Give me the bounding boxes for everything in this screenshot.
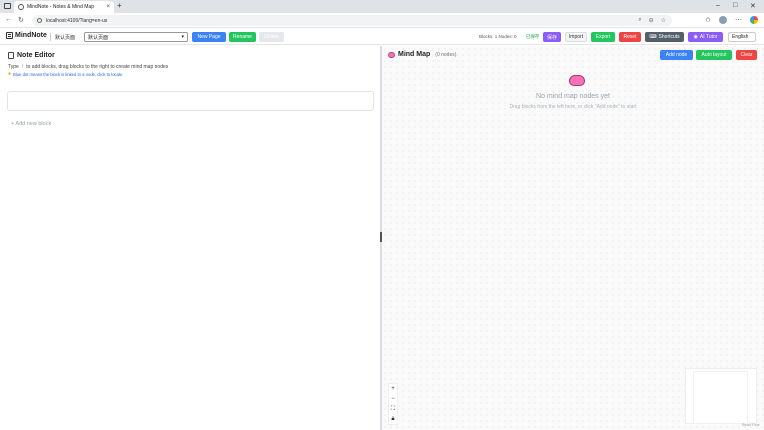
stats-text: Blocks: 1 Nodes: 0 — [479, 34, 517, 39]
minimize-icon[interactable]: – — [716, 2, 720, 9]
note-editor-pane: Note Editor Type / to add blocks, drag blo… — [0, 46, 380, 430]
note-editor-title-text: Note Editor — [17, 52, 55, 59]
shortcuts-label: Shortcuts — [658, 34, 680, 40]
zoom-icon[interactable]: ⊖ — [649, 17, 654, 24]
brain-icon — [569, 75, 585, 86]
new-page-button[interactable]: New Page — [192, 32, 226, 42]
empty-state-title: No mind map nodes yet — [536, 93, 610, 100]
node-count: (0 nodes) — [435, 51, 457, 58]
add-node-button[interactable]: Add node — [660, 50, 693, 60]
minimap[interactable] — [685, 368, 757, 424]
page-select-value: 默认页面 — [88, 35, 109, 41]
site-info-icon[interactable] — [37, 18, 42, 23]
export-button[interactable]: Export — [591, 32, 615, 42]
new-tab-icon[interactable]: + — [117, 1, 122, 10]
brand-name: MindNote — [15, 32, 47, 39]
current-page-label: 默认页面 — [55, 35, 76, 41]
globe-icon — [18, 4, 24, 10]
tab-title: MindNote - Notes & Mind Map — [27, 4, 94, 10]
linked-block-note-text: Blue dot means the block is linked to a … — [13, 71, 123, 77]
pin-icon: ● — [8, 71, 12, 77]
empty-state-subtitle: Drag blocks from the left here, or click… — [509, 104, 637, 110]
save-button[interactable]: 保存 — [543, 32, 561, 42]
lock-icon[interactable]: 🔒︎ — [389, 414, 397, 424]
language-value: English — [732, 34, 749, 40]
brand: MindNote — [6, 32, 47, 39]
favorites-icon[interactable]: ✩ — [705, 16, 711, 24]
import-button[interactable]: Import — [565, 32, 587, 42]
address-bar[interactable]: localhost:4100/?lang=en-us ⌕ ⊖ ☆ — [32, 15, 672, 26]
zoom-in-icon[interactable]: + — [389, 384, 397, 394]
chevron-down-icon: ▾ — [181, 34, 184, 40]
browser-toolbar: ← ↻ localhost:4100/?lang=en-us ⌕ ⊖ ☆ ✩ ⋯ — [0, 13, 764, 28]
maximize-icon[interactable]: □ — [733, 2, 737, 9]
note-block[interactable] — [7, 91, 374, 111]
rename-button[interactable]: Rename — [229, 32, 256, 42]
close-tab-icon[interactable]: × — [106, 4, 110, 10]
browser-tab-bar: MindNote - Notes & Mind Map × + – □ ✕ — [0, 0, 764, 13]
menu-icon[interactable]: ⋯ — [735, 16, 742, 24]
hint-slash: / — [21, 64, 24, 70]
back-icon[interactable]: ← — [5, 16, 12, 23]
ai-tutor-button[interactable]: ◉ AI Tutor — [688, 32, 723, 42]
note-editor-title: Note Editor — [8, 52, 55, 59]
shortcuts-button[interactable]: ⌨ Shortcuts — [645, 32, 684, 42]
sidebar-toggle-icon[interactable] — [4, 3, 11, 9]
fit-view-icon[interactable]: ⛶ — [389, 404, 397, 414]
browser-tab[interactable]: MindNote - Notes & Mind Map × — [14, 1, 114, 13]
robot-icon: ◉ — [693, 34, 698, 40]
note-icon — [8, 52, 14, 59]
app-header: MindNote 默认页面 默认页面 ▾ New Page Rename Del… — [0, 29, 764, 45]
language-select[interactable]: English — [728, 32, 756, 42]
minimap-viewport — [694, 372, 747, 423]
close-window-icon[interactable]: ✕ — [750, 2, 756, 10]
profile-avatar[interactable] — [719, 16, 727, 24]
add-block-button[interactable]: + Add new block — [11, 121, 51, 127]
url-text: localhost:4100/?lang=en-us — [46, 17, 108, 24]
reset-button[interactable]: Reset — [619, 32, 641, 42]
bookmark-star-icon[interactable]: ☆ — [661, 17, 666, 24]
auto-layout-button[interactable]: Auto layout — [696, 50, 732, 60]
hint-prefix: Type — [8, 64, 19, 70]
mind-map-pane[interactable]: Mind Map (0 nodes) Add node Auto layout … — [382, 46, 764, 430]
reload-icon[interactable]: ↻ — [18, 16, 24, 24]
header-divider — [50, 33, 51, 41]
copilot-icon[interactable] — [750, 16, 758, 24]
notebook-icon — [6, 32, 13, 39]
ai-tutor-label: AI Tutor — [699, 34, 718, 40]
react-flow-attribution[interactable]: React Flow — [742, 423, 760, 427]
search-icon[interactable]: ⌕ — [638, 17, 641, 24]
zoom-controls: + − ⛶ 🔒︎ — [388, 383, 398, 425]
hint-suffix: to add blocks, drag blocks to the right … — [26, 64, 169, 70]
zoom-out-icon[interactable]: − — [389, 394, 397, 404]
clear-button[interactable]: Clear — [736, 50, 757, 60]
editor-hint: Type / to add blocks, drag blocks to the r… — [8, 64, 168, 70]
mind-map-title-text: Mind Map — [398, 51, 431, 58]
saved-status: 已保存 — [526, 34, 540, 39]
brain-icon — [388, 51, 395, 58]
mind-map-title: Mind Map (0 nodes) — [388, 51, 456, 58]
page-select[interactable]: 默认页面 ▾ — [84, 32, 188, 42]
delete-button[interactable]: Delete — [259, 32, 284, 42]
linked-block-note: ● Blue dot means the block is linked to … — [8, 71, 122, 77]
keyboard-icon: ⌨ — [649, 34, 657, 40]
